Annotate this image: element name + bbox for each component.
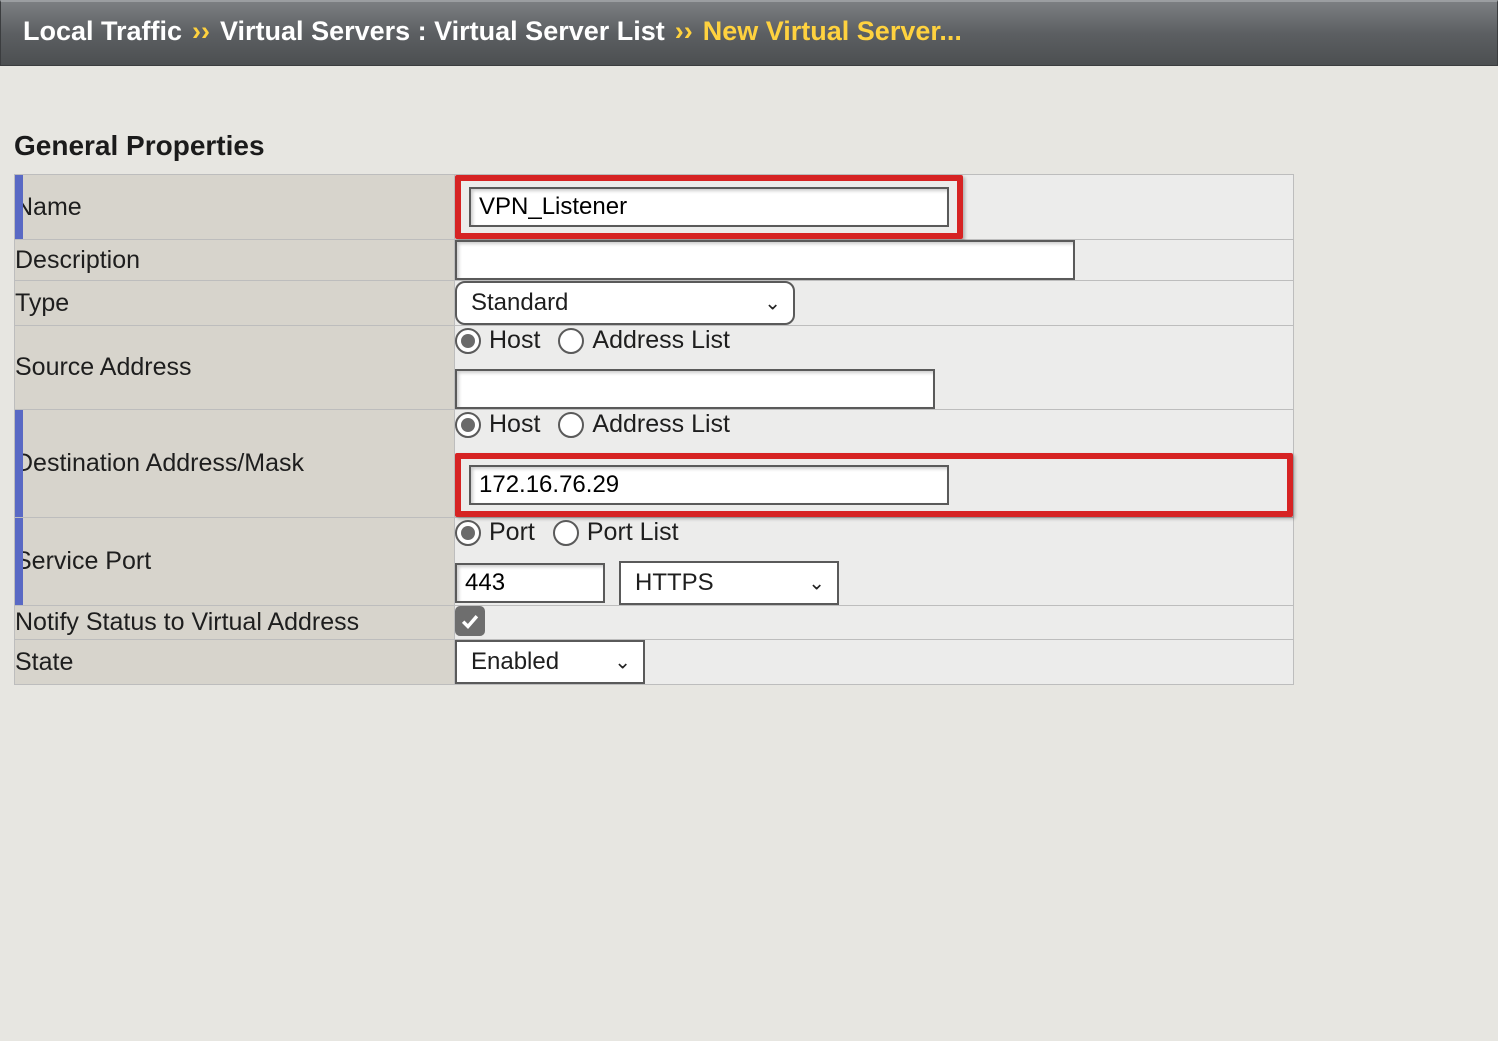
label-type: Type (15, 281, 455, 326)
label-source-address: Source Address (15, 326, 455, 410)
label-description: Description (15, 240, 455, 281)
breadcrumb-part-section[interactable]: Virtual Servers : Virtual Server List (220, 16, 665, 47)
type-select[interactable]: Standard ⌄ (455, 281, 795, 325)
dest-radio-list[interactable] (558, 412, 584, 438)
highlight-name (455, 175, 963, 239)
destination-address-input[interactable] (469, 465, 949, 505)
description-input[interactable] (455, 240, 1075, 280)
breadcrumb: Local Traffic ›› Virtual Servers : Virtu… (0, 0, 1498, 66)
dest-radio-host-label: Host (489, 410, 540, 439)
service-port-input[interactable] (455, 563, 605, 603)
service-port-protocol-value: HTTPS (635, 569, 714, 596)
label-destination-address: Destination Address/Mask (15, 410, 455, 518)
service-port-protocol-select[interactable]: HTTPS ⌄ (619, 561, 839, 605)
port-radio-list-label: Port List (587, 518, 679, 547)
label-name: Name (15, 175, 455, 240)
state-select[interactable]: Enabled ⌄ (455, 640, 645, 684)
chevron-down-icon: ⌄ (614, 650, 631, 675)
type-select-value: Standard (471, 289, 568, 316)
breadcrumb-sep-1: ›› (192, 16, 210, 47)
highlight-destination (455, 453, 1293, 517)
source-radio-host-label: Host (489, 326, 540, 355)
dest-radio-host[interactable] (455, 412, 481, 438)
port-radio-port-label: Port (489, 518, 535, 547)
source-radio-host[interactable] (455, 328, 481, 354)
breadcrumb-part-root[interactable]: Local Traffic (23, 16, 182, 47)
chevron-down-icon: ⌄ (764, 291, 781, 316)
general-properties-table: Name Description Type Standa (14, 174, 1294, 685)
source-radio-list[interactable] (558, 328, 584, 354)
notify-status-checkbox[interactable] (455, 606, 485, 636)
source-address-input[interactable] (455, 369, 935, 409)
chevron-down-icon: ⌄ (808, 571, 825, 596)
label-service-port: Service Port (15, 518, 455, 606)
dest-radio-list-label: Address List (592, 410, 730, 439)
breadcrumb-sep-2: ›› (675, 16, 693, 47)
label-notify-status: Notify Status to Virtual Address (15, 606, 455, 640)
section-title-general-properties: General Properties (14, 130, 1498, 162)
port-radio-port[interactable] (455, 520, 481, 546)
check-icon (459, 610, 481, 632)
name-input[interactable] (469, 187, 949, 227)
port-radio-list[interactable] (553, 520, 579, 546)
breadcrumb-part-current: New Virtual Server... (703, 16, 962, 47)
source-radio-list-label: Address List (592, 326, 730, 355)
label-state: State (15, 640, 455, 685)
state-select-value: Enabled (471, 648, 559, 675)
